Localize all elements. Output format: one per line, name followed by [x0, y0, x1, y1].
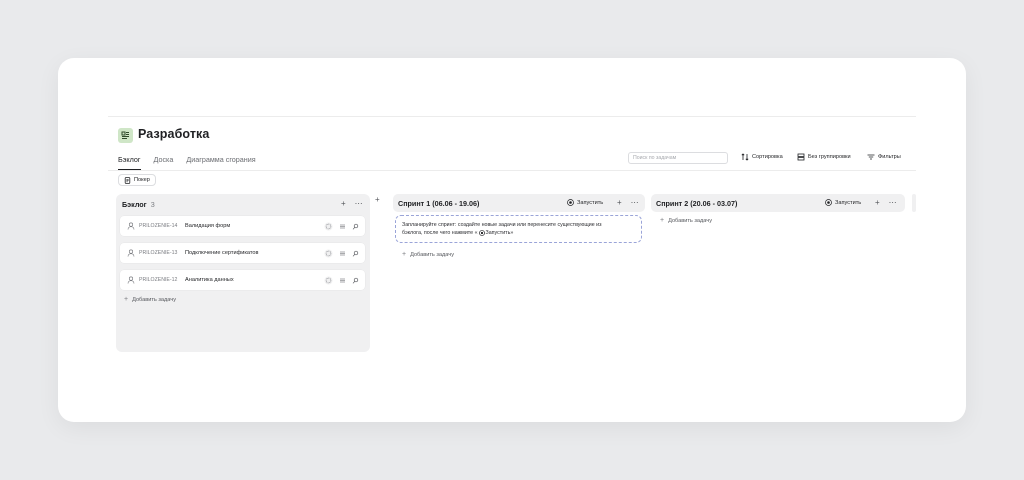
priority-icon[interactable] [339, 277, 346, 284]
add-icon[interactable]: + [617, 198, 622, 207]
task-card[interactable]: PRILOZENIE-14 Валидация форм [120, 216, 365, 236]
board-app-icon [118, 128, 133, 143]
start-label: Запустить [835, 199, 862, 206]
poker-button[interactable]: Покер [118, 174, 156, 186]
filter-label: Фильтры [878, 154, 901, 160]
task-card[interactable]: PRILOZENIE-13 Подключение сертификатов [120, 243, 365, 263]
play-circle-icon [825, 199, 832, 206]
backlog-actions: + ⋯ [341, 199, 363, 208]
task-name: Аналитика данных [185, 277, 234, 283]
task-name: Подключение сертификатов [185, 250, 259, 256]
task-icons [324, 276, 359, 285]
sort-button[interactable]: Сортировка [741, 153, 783, 161]
page-title: Разработка [138, 127, 210, 141]
board-card: Разработка Бэклог Доска Диаграмма сгоран… [58, 58, 966, 422]
status-icon[interactable] [324, 276, 333, 285]
add-task-label: Добавить задачу [668, 217, 713, 224]
add-task-button[interactable]: + Добавить задачу [124, 296, 176, 303]
divider [108, 170, 916, 171]
group-icon [797, 153, 805, 161]
play-circle-icon [567, 199, 574, 206]
sprint-1-header: Спринт 1 (06.06 - 19.06) Запустить + ⋯ [393, 194, 645, 212]
sprint-2-actions: + ⋯ [875, 198, 897, 207]
hint-text-prefix: бэклога, после чего нажмите « [402, 230, 478, 236]
sprint-1-actions: + ⋯ [617, 198, 639, 207]
group-label: Без группировки [808, 154, 851, 160]
add-task-label: Добавить задачу [132, 296, 177, 303]
sprint-1-title: Спринт 1 (06.06 - 19.06) [398, 199, 480, 208]
hint-start-link[interactable]: Запустить» [486, 229, 514, 237]
more-icon[interactable]: ⋯ [355, 199, 363, 208]
tab-board[interactable]: Доска [154, 155, 174, 170]
poker-label: Покер [134, 177, 150, 183]
divider [108, 116, 916, 117]
status-icon[interactable] [324, 222, 333, 231]
sprint-1-hint: Запланируйте спринт: создайте новые зада… [395, 215, 642, 243]
estimate-icon[interactable] [352, 223, 359, 230]
more-icon[interactable]: ⋯ [889, 198, 897, 207]
sort-icon [741, 153, 749, 161]
status-icon[interactable] [324, 249, 333, 258]
add-task-button[interactable]: + Добавить задачу [660, 217, 712, 224]
user-icon [127, 276, 135, 284]
task-icons [324, 249, 359, 258]
estimate-icon[interactable] [352, 277, 359, 284]
sprint-2-title: Спринт 2 (20.06 - 03.07) [656, 199, 738, 208]
tab-burndown[interactable]: Диаграмма сгорания [186, 155, 255, 170]
plus-icon: + [660, 217, 665, 224]
task-icons [324, 222, 359, 231]
backlog-title: Бэклог [122, 200, 147, 209]
plus-icon: + [124, 296, 129, 303]
tab-backlog[interactable]: Бэклог [118, 155, 141, 170]
sprint-1-start-button[interactable]: Запустить [567, 199, 603, 206]
add-icon[interactable]: + [875, 198, 880, 207]
plus-icon: + [402, 251, 407, 258]
play-circle-icon [478, 230, 485, 236]
search-input[interactable] [628, 152, 728, 164]
start-label: Запустить [577, 199, 604, 206]
add-column-button[interactable]: + [375, 195, 380, 204]
backlog-header: Бэклог 3 [122, 200, 155, 209]
sprint-2-header: Спринт 2 (20.06 - 03.07) Запустить + ⋯ [651, 194, 905, 212]
more-icon[interactable]: ⋯ [631, 198, 639, 207]
filter-icon [867, 154, 875, 160]
backlog-column: Бэклог 3 + ⋯ PRILOZENIE-14 Валидация фор… [116, 194, 370, 352]
task-key: PRILOZENIE-12 [139, 277, 178, 283]
add-icon[interactable]: + [341, 199, 346, 208]
user-icon [127, 249, 135, 257]
sort-label: Сортировка [752, 154, 783, 160]
next-column-edge [912, 194, 916, 212]
task-key: PRILOZENIE-14 [139, 223, 178, 229]
hint-text-line2: бэклога, после чего нажмите « Запустить» [402, 229, 635, 237]
cards-icon [124, 176, 131, 184]
user-icon [127, 222, 135, 230]
hint-text-line1: Запланируйте спринт: создайте новые зада… [402, 222, 602, 228]
add-task-button[interactable]: + Добавить задачу [402, 251, 454, 258]
sprint-2-start-button[interactable]: Запустить [825, 199, 861, 206]
estimate-icon[interactable] [352, 250, 359, 257]
group-button[interactable]: Без группировки [797, 153, 851, 161]
board-tabs: Бэклог Доска Диаграмма сгорания [118, 155, 256, 170]
priority-icon[interactable] [339, 223, 346, 230]
backlog-count: 3 [150, 200, 155, 209]
task-key: PRILOZENIE-13 [139, 250, 178, 256]
add-task-label: Добавить задачу [410, 251, 455, 258]
task-name: Валидация форм [185, 223, 231, 229]
task-card[interactable]: PRILOZENIE-12 Аналитика данных [120, 270, 365, 290]
priority-icon[interactable] [339, 250, 346, 257]
filter-button[interactable]: Фильтры [867, 153, 901, 161]
